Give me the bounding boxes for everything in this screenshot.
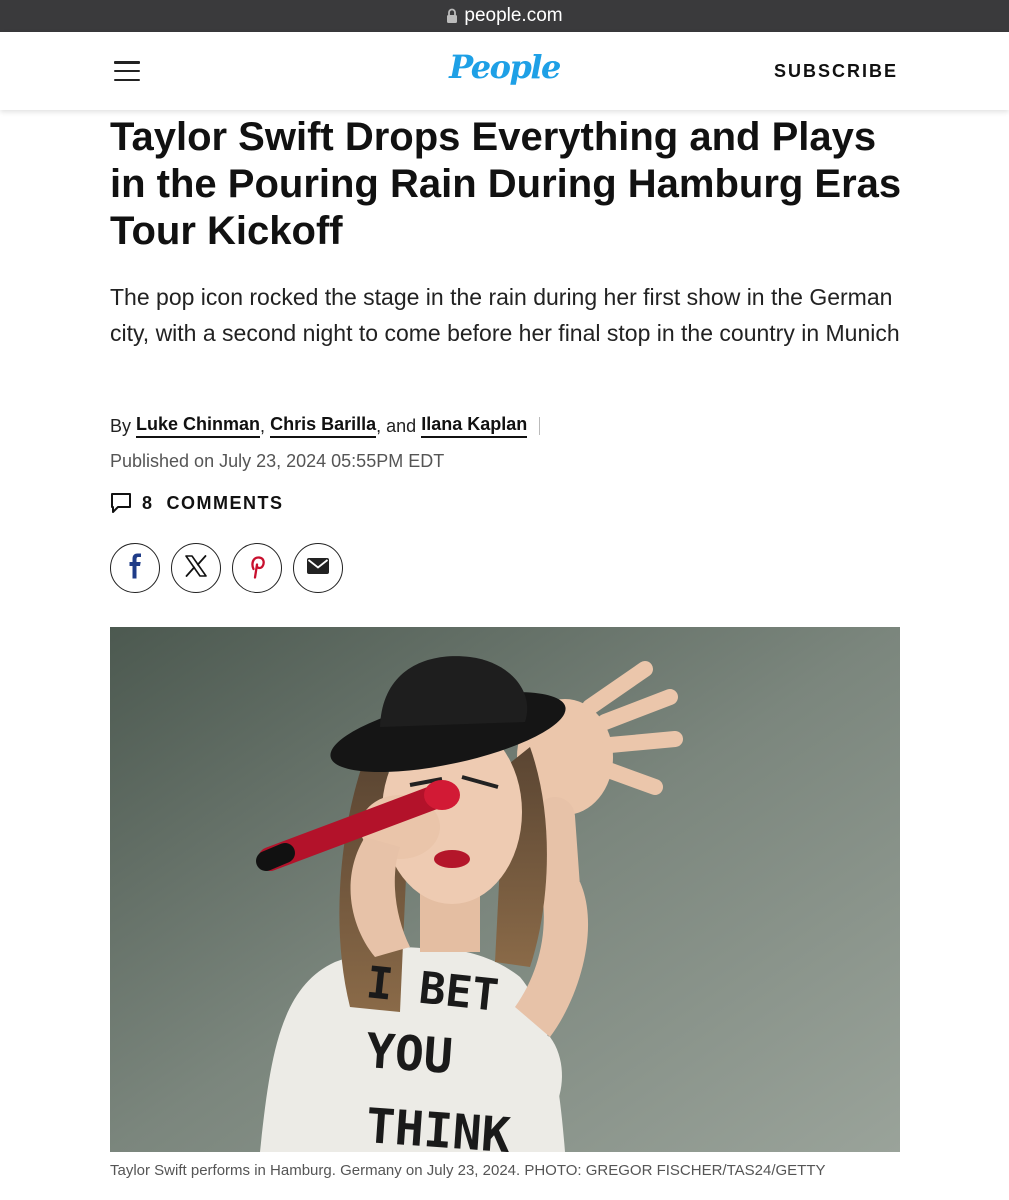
author-link[interactable]: Chris Barilla bbox=[270, 414, 377, 438]
pinterest-icon bbox=[247, 553, 267, 584]
x-icon bbox=[185, 554, 207, 582]
email-icon bbox=[306, 557, 330, 580]
shirt-text: THINK bbox=[364, 1098, 512, 1152]
article-headline: Taylor Swift Drops Everything and Plays … bbox=[110, 115, 902, 253]
facebook-icon bbox=[125, 553, 145, 584]
lock-icon bbox=[446, 8, 458, 24]
divider bbox=[539, 417, 541, 435]
comments-label: COMMENTS bbox=[166, 492, 284, 513]
browser-url-bar[interactable]: people.com bbox=[0, 0, 1009, 32]
comments-count: 8 bbox=[142, 492, 154, 513]
article-dek: The pop icon rocked the stage in the rai… bbox=[110, 284, 900, 346]
x-share-button[interactable] bbox=[171, 543, 221, 593]
shirt-text: YOU bbox=[364, 1023, 454, 1085]
byline-prefix: By bbox=[110, 415, 132, 436]
comment-icon bbox=[110, 492, 132, 514]
byline-separator: , and bbox=[376, 415, 417, 436]
publish-date: Published on July 23, 2024 05:55PM EDT bbox=[110, 451, 445, 471]
author-link[interactable]: Ilana Kaplan bbox=[421, 414, 528, 438]
share-bar bbox=[110, 543, 343, 593]
site-header: People SUBSCRIBE bbox=[0, 32, 1009, 110]
byline: By Luke Chinman, Chris Barilla, and Ilan… bbox=[110, 414, 541, 438]
comments-link[interactable]: 8 COMMENTS bbox=[110, 492, 284, 514]
url-text: people.com bbox=[464, 5, 563, 26]
author-link[interactable]: Luke Chinman bbox=[136, 414, 261, 438]
subscribe-button[interactable]: SUBSCRIBE bbox=[774, 61, 898, 82]
photo-caption: Taylor Swift performs in Hamburg. German… bbox=[110, 1162, 826, 1179]
facebook-share-button[interactable] bbox=[110, 543, 160, 593]
hero-photo: I BET YOU THINK bbox=[110, 627, 900, 1152]
pinterest-share-button[interactable] bbox=[232, 543, 282, 593]
byline-separator: , bbox=[260, 415, 266, 436]
email-share-button[interactable] bbox=[293, 543, 343, 593]
